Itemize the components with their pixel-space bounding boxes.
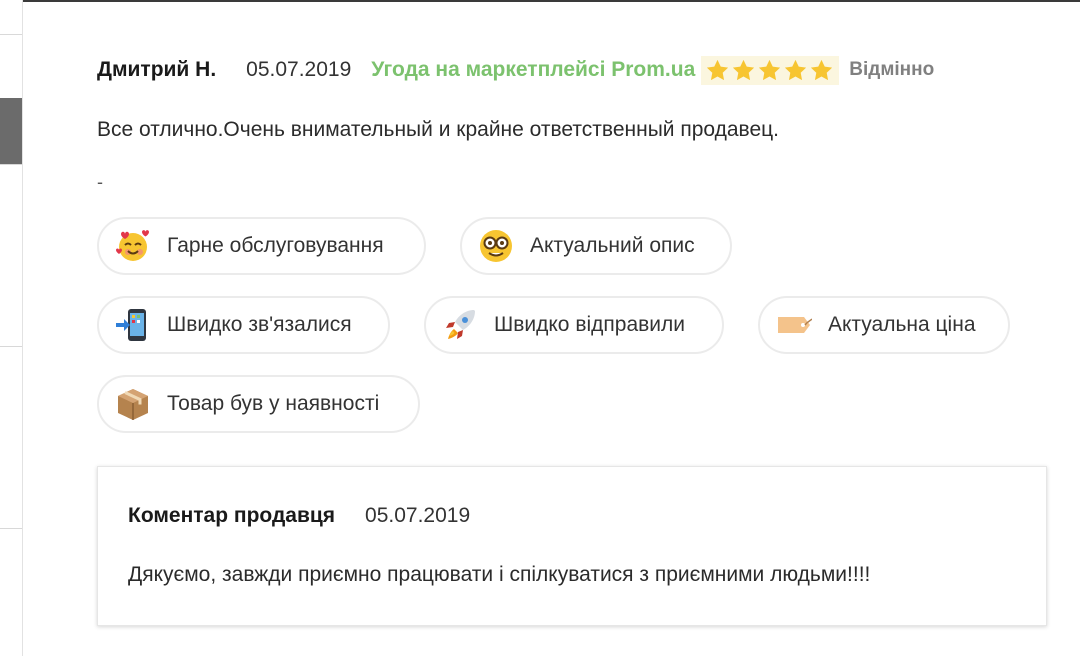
price-tag-icon	[776, 307, 812, 343]
left-sidebar-top-tab[interactable]	[0, 0, 22, 35]
tag-chip[interactable]: Швидко відправили	[424, 296, 724, 354]
nerd-face-icon	[478, 228, 514, 264]
review-extra-text: -	[97, 172, 103, 192]
tag-label: Товар був у наявності	[167, 392, 380, 415]
seller-comment-header: Коментар продавця 05.07.2019	[128, 501, 1016, 531]
tag-row: Товар був у наявності	[97, 375, 1057, 437]
smiling-face-with-hearts-icon	[115, 228, 151, 264]
marketplace-badge[interactable]: Угода на маркетплейсі Prom.ua	[371, 58, 695, 82]
rocket-icon	[442, 307, 478, 343]
tag-label: Швидко зв'язалися	[167, 313, 352, 336]
review-date: 05.07.2019	[246, 58, 352, 81]
top-divider	[22, 0, 1080, 2]
package-icon	[115, 386, 151, 422]
star-icon	[707, 59, 729, 80]
star-icon	[733, 59, 755, 80]
tag-label: Актуальний опис	[530, 234, 695, 257]
left-sidebar-active-item[interactable]	[0, 98, 22, 164]
review-author: Дмитрий Н.	[97, 58, 217, 81]
mobile-phone-with-arrow-icon	[115, 307, 151, 343]
review: Дмитрий Н. 05.07.2019 Угода на маркетпле…	[97, 50, 1057, 192]
left-sidebar-divider	[0, 528, 22, 529]
left-sidebar-divider	[0, 164, 22, 165]
tag-label: Гарне обслуговування	[167, 234, 384, 257]
review-tags: Гарне обслуговування Актуальний опис Шви…	[97, 217, 1057, 454]
tag-row: Швидко зв'язалися Швидко відправили Акту…	[97, 296, 1057, 358]
seller-comment-date: 05.07.2019	[365, 504, 471, 527]
star-icon	[759, 59, 781, 80]
left-sidebar-edge	[0, 0, 23, 656]
seller-comment: Коментар продавця 05.07.2019 Дякуємо, за…	[97, 466, 1047, 626]
tag-label: Актуальна ціна	[828, 313, 976, 336]
star-icon	[811, 59, 833, 80]
review-text: Все отлично.Очень внимательный и крайне …	[97, 118, 780, 141]
tag-chip[interactable]: Гарне обслуговування	[97, 217, 426, 275]
tag-chip[interactable]: Швидко зв'язалися	[97, 296, 390, 354]
tag-chip[interactable]: Актуальний опис	[460, 217, 732, 275]
star-rating	[701, 55, 840, 85]
tag-chip[interactable]: Товар був у наявності	[97, 375, 420, 433]
seller-comment-title: Коментар продавця	[128, 504, 336, 527]
review-page: Дмитрий Н. 05.07.2019 Угода на маркетпле…	[0, 0, 1080, 656]
tag-row: Гарне обслуговування Актуальний опис	[97, 217, 1057, 279]
tag-label: Швидко відправили	[494, 313, 685, 336]
review-header: Дмитрий Н. 05.07.2019 Угода на маркетпле…	[97, 50, 1057, 90]
seller-comment-text: Дякуємо, завжди приємно працювати і спіл…	[128, 563, 871, 586]
star-icon	[785, 59, 807, 80]
tag-chip[interactable]: Актуальна ціна	[758, 296, 1010, 354]
left-sidebar-divider	[0, 346, 22, 347]
rating-label: Відмінно	[849, 59, 935, 80]
